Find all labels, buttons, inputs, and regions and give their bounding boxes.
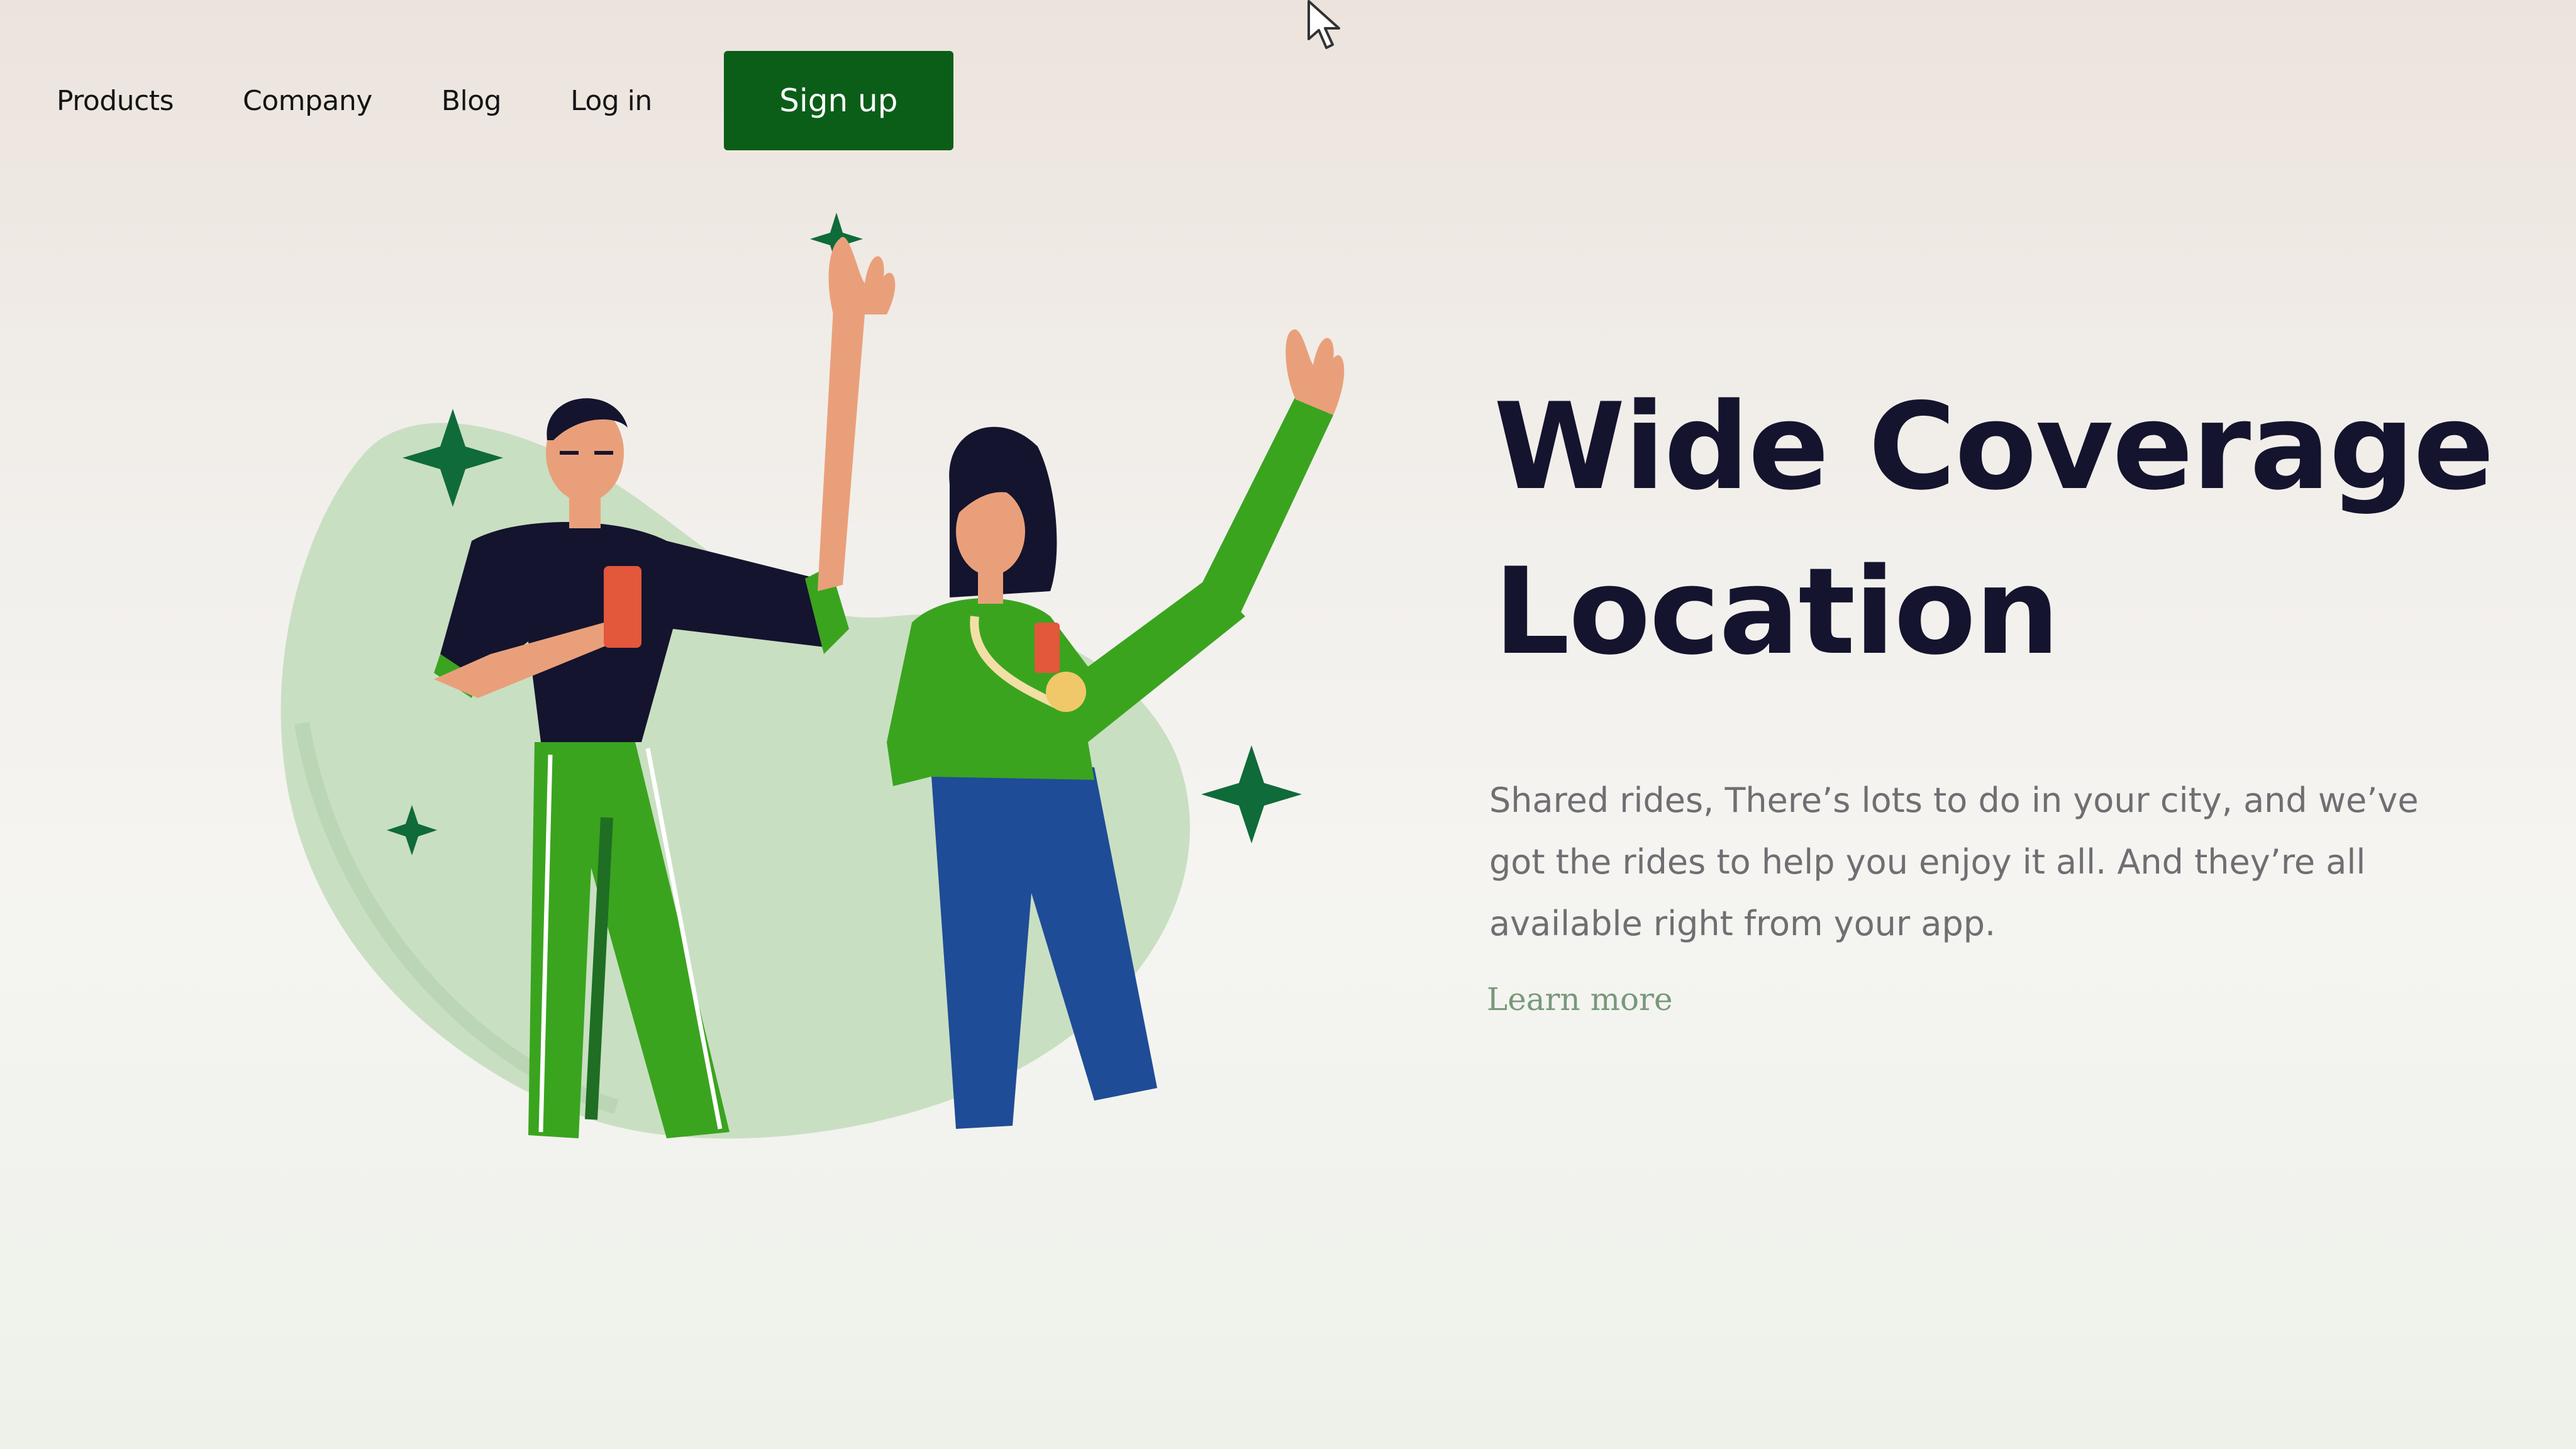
hero-illustration — [280, 213, 1345, 1139]
nav-link-login[interactable]: Log in — [570, 85, 652, 117]
nav-link-company[interactable]: Company — [243, 85, 372, 117]
learn-more-link[interactable]: Learn more — [1487, 981, 1673, 1018]
hero-title: Wide Coverage Location — [1494, 365, 2531, 694]
nav-link-products[interactable]: Products — [57, 85, 174, 117]
top-nav: Products Company Blog Log in Sign up — [57, 50, 953, 151]
mouse-pointer-icon — [1307, 0, 1340, 49]
signup-button[interactable]: Sign up — [723, 51, 953, 150]
hero-title-line2: Location — [1494, 542, 2060, 681]
landing-page: Products Company Blog Log in Sign up Wid… — [0, 0, 2576, 1449]
hero-description: Shared rides, There’s lots to do in your… — [1489, 780, 2419, 943]
hero-title-line1: Wide Coverage — [1494, 377, 2494, 516]
nav-link-blog[interactable]: Blog — [441, 85, 502, 117]
